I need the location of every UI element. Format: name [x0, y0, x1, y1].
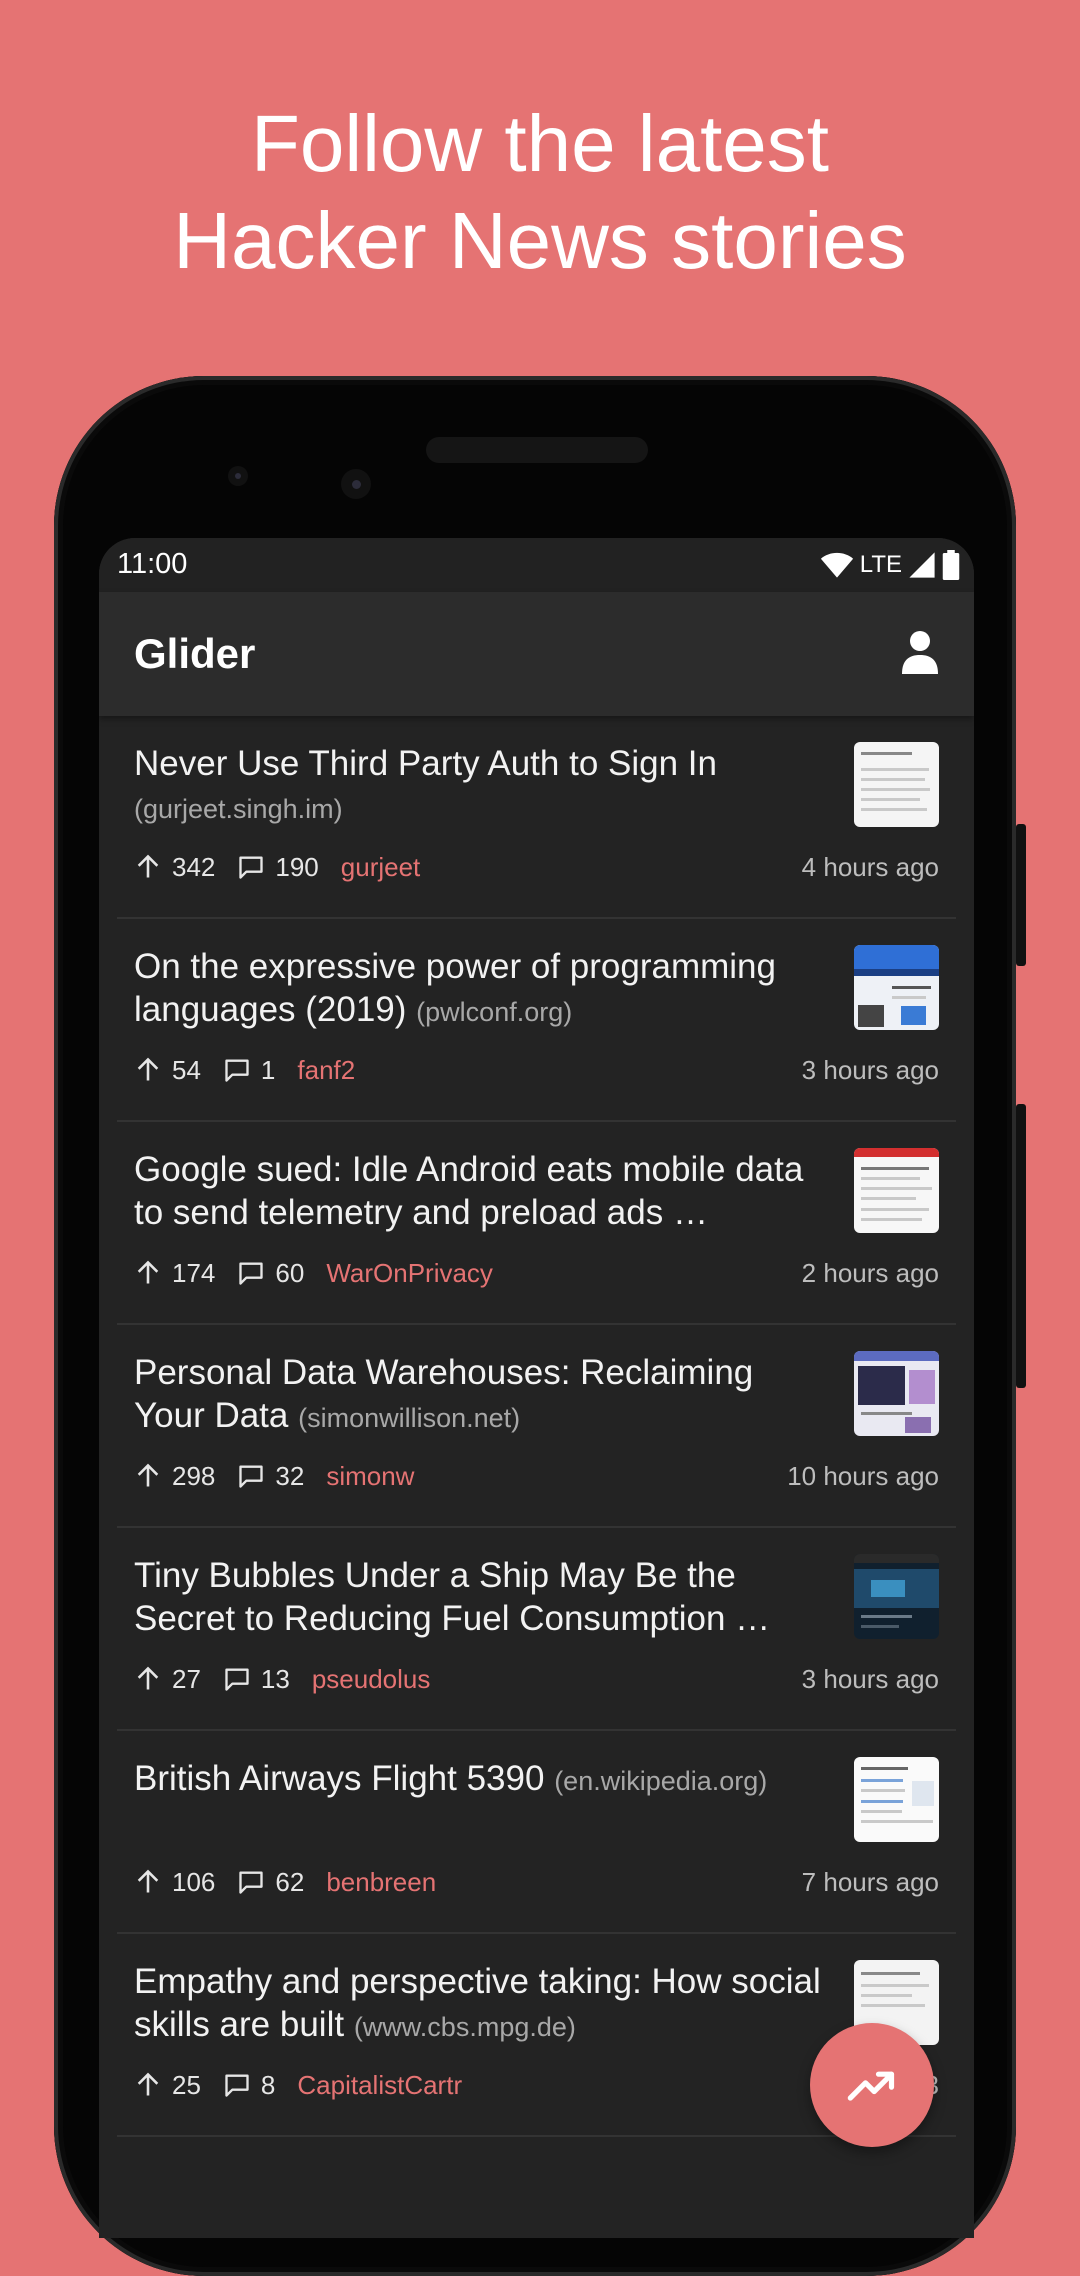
- promo-line-1: Follow the latest: [250, 99, 830, 188]
- power-button: [1016, 824, 1026, 966]
- upvote-icon[interactable]: [134, 1259, 162, 1287]
- status-bar: 11:00 LTE: [99, 538, 974, 592]
- story-thumbnail[interactable]: [854, 1351, 939, 1436]
- story-domain: (simonwillison.net): [298, 1403, 521, 1433]
- story-item[interactable]: Tiny Bubbles Under a Ship May Be the Sec…: [117, 1528, 956, 1731]
- story-meta: 27 13 pseudolus 3 hours ago: [134, 1659, 939, 1699]
- comment-icon[interactable]: [237, 1462, 265, 1490]
- story-points: 106: [172, 1866, 216, 1897]
- story-time: 4 hours ago: [801, 851, 939, 882]
- story-thumbnail[interactable]: [854, 1554, 939, 1639]
- story-time: 2 hours ago: [801, 1257, 939, 1288]
- story-author[interactable]: benbreen: [326, 1867, 436, 1898]
- story-points: 342: [172, 851, 216, 882]
- story-thumbnail[interactable]: [854, 742, 939, 827]
- trending-fab-button[interactable]: [810, 2023, 934, 2147]
- trending-up-icon: [847, 2071, 895, 2101]
- network-type: LTE: [859, 551, 902, 578]
- front-sensor: [341, 469, 371, 499]
- comment-icon[interactable]: [237, 1868, 265, 1896]
- story-domain: (gurjeet.singh.im): [134, 794, 343, 824]
- story-domain: (pwlconf.org): [416, 997, 573, 1027]
- volume-button: [1016, 1104, 1026, 1388]
- story-thumbnail[interactable]: [854, 1757, 939, 1842]
- story-points: 54: [172, 1054, 201, 1085]
- comment-icon[interactable]: [223, 2071, 251, 2099]
- comment-icon[interactable]: [223, 1665, 251, 1693]
- story-author[interactable]: WarOnPrivacy: [326, 1258, 493, 1289]
- story-item[interactable]: Google sued: Idle Android eats mobile da…: [117, 1122, 956, 1325]
- story-author[interactable]: fanf2: [297, 1055, 355, 1086]
- promo-headline: Follow the latest Hacker News stories: [0, 95, 1080, 289]
- signal-icon: [909, 552, 935, 578]
- wifi-icon: [820, 552, 853, 578]
- story-points: 298: [172, 1460, 216, 1491]
- story-title[interactable]: Google sued: Idle Android eats mobile da…: [134, 1148, 824, 1237]
- promo-line-2: Hacker News stories: [173, 196, 907, 285]
- story-item[interactable]: Personal Data Warehouses: Reclaiming You…: [117, 1325, 956, 1528]
- story-meta: 54 1 fanf2 3 hours ago: [134, 1050, 939, 1090]
- story-points: 25: [172, 2069, 201, 2100]
- story-meta: 342 190 gurjeet 4 hours ago: [134, 847, 939, 887]
- story-author[interactable]: pseudolus: [312, 1664, 431, 1695]
- upvote-icon[interactable]: [134, 1665, 162, 1693]
- story-title[interactable]: British Airways Flight 5390 (en.wikipedi…: [134, 1757, 824, 1803]
- story-title[interactable]: Never Use Third Party Auth to Sign In (g…: [134, 742, 824, 831]
- story-meta: 106 62 benbreen 7 hours ago: [134, 1862, 939, 1902]
- story-author[interactable]: CapitalistCartr: [297, 2070, 462, 2101]
- story-time: 7 hours ago: [801, 1866, 939, 1897]
- front-camera: [228, 466, 248, 486]
- story-author[interactable]: gurjeet: [341, 852, 421, 883]
- story-title[interactable]: Tiny Bubbles Under a Ship May Be the Sec…: [134, 1554, 824, 1643]
- story-item[interactable]: Never Use Third Party Auth to Sign In (g…: [117, 716, 956, 919]
- battery-icon: [942, 550, 960, 580]
- upvote-icon[interactable]: [134, 1056, 162, 1084]
- upvote-icon[interactable]: [134, 2071, 162, 2099]
- story-title-text: Google sued: Idle Android eats mobile da…: [134, 1150, 804, 1232]
- story-points: 174: [172, 1257, 216, 1288]
- story-time: 3 hours ago: [801, 1663, 939, 1694]
- story-comments: 190: [275, 851, 319, 882]
- app-title: Glider: [134, 630, 256, 677]
- story-comments: 13: [260, 1663, 290, 1694]
- story-title[interactable]: Empathy and perspective taking: How soci…: [134, 1960, 824, 2049]
- story-thumbnail[interactable]: [854, 945, 939, 1030]
- account-icon[interactable]: [900, 630, 940, 676]
- upvote-icon[interactable]: [134, 1462, 162, 1490]
- story-author[interactable]: simonw: [326, 1461, 414, 1492]
- story-comments: 60: [275, 1257, 305, 1288]
- app-bar: Glider: [99, 592, 974, 716]
- story-time: 3 hours ago: [801, 1054, 939, 1085]
- comment-icon[interactable]: [237, 1259, 265, 1287]
- story-list[interactable]: Never Use Third Party Auth to Sign In (g…: [99, 716, 974, 2137]
- story-points: 27: [172, 1663, 201, 1694]
- status-time: 11:00: [117, 548, 188, 580]
- story-meta: 174 60 WarOnPrivacy 2 hours ago: [134, 1253, 939, 1293]
- story-title[interactable]: Personal Data Warehouses: Reclaiming You…: [134, 1351, 824, 1440]
- story-comments: 62: [275, 1866, 305, 1897]
- story-comments: 1: [260, 1054, 276, 1085]
- upvote-icon[interactable]: [134, 1868, 162, 1896]
- story-thumbnail[interactable]: [854, 1148, 939, 1233]
- story-comments: 32: [275, 1460, 305, 1491]
- comment-icon[interactable]: [237, 853, 265, 881]
- story-title-text: Never Use Third Party Auth to Sign In: [134, 744, 717, 783]
- earpiece-speaker: [426, 437, 648, 463]
- phone-screen: 11:00 LTE Glider Never Use Third Party A…: [99, 538, 974, 2238]
- story-title[interactable]: On the expressive power of programming l…: [134, 945, 824, 1034]
- status-icons: LTE: [820, 550, 960, 580]
- comment-icon[interactable]: [223, 1056, 251, 1084]
- story-meta: 298 32 simonw 10 hours ago: [134, 1456, 939, 1496]
- story-domain: (en.wikipedia.org): [554, 1766, 768, 1796]
- upvote-icon[interactable]: [134, 853, 162, 881]
- story-domain: (www.cbs.mpg.de): [353, 2012, 576, 2042]
- story-comments: 8: [260, 2069, 276, 2100]
- story-item[interactable]: On the expressive power of programming l…: [117, 919, 956, 1122]
- story-item[interactable]: British Airways Flight 5390 (en.wikipedi…: [117, 1731, 956, 1934]
- story-time: 10 hours ago: [787, 1460, 939, 1491]
- story-title-text: Tiny Bubbles Under a Ship May Be the Sec…: [134, 1556, 771, 1638]
- story-title-text: British Airways Flight 5390: [134, 1759, 545, 1798]
